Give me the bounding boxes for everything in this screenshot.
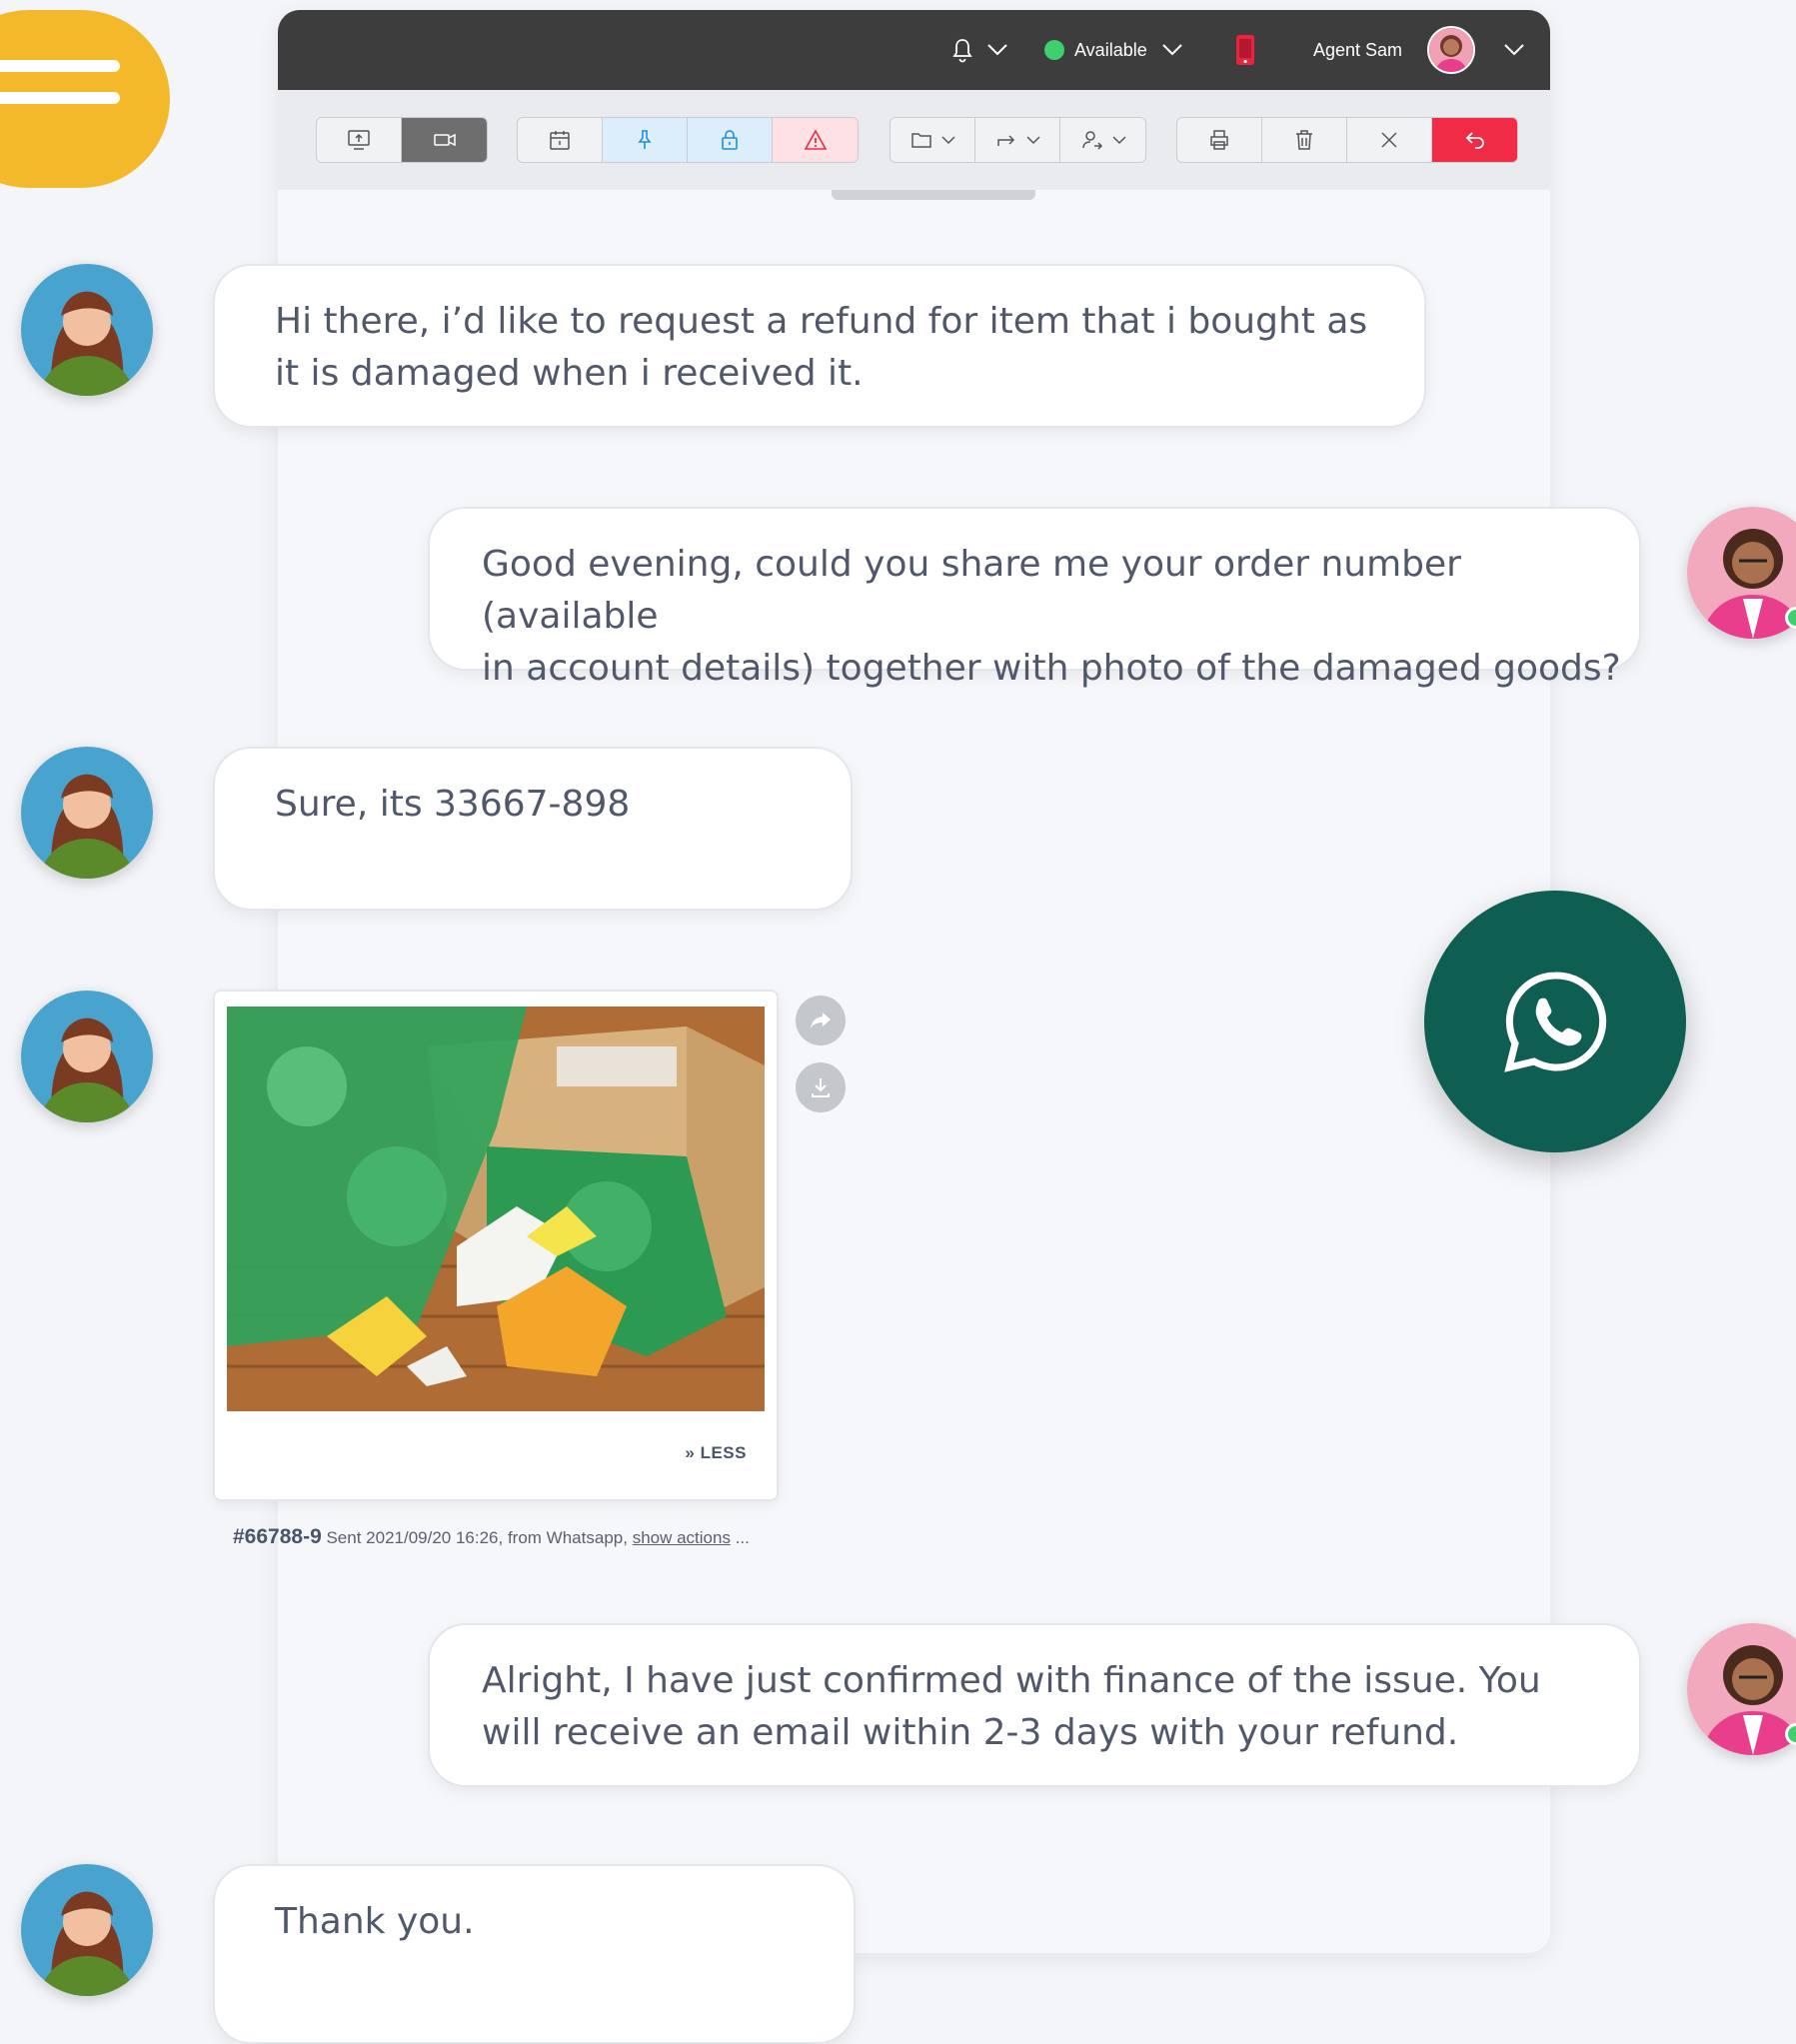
download-icon xyxy=(812,1078,830,1097)
video-camera-icon xyxy=(433,133,456,147)
chevron-down-icon xyxy=(1111,136,1126,145)
status-label: Available xyxy=(1074,39,1147,60)
message-text-line: will receive an email within 2-3 days wi… xyxy=(482,1712,1459,1753)
customer-message: Sure, its 33667-898 xyxy=(213,747,853,911)
top-bar: Available Agent Sam xyxy=(278,10,1550,90)
less-link[interactable]: » LESS xyxy=(685,1443,747,1463)
customer-avatar xyxy=(21,264,153,396)
toolbar xyxy=(278,90,1550,190)
customer-avatar xyxy=(21,747,153,879)
agent-profile-button[interactable] xyxy=(1427,10,1525,90)
message-sent-info: Sent 2021/09/20 16:26, from Whatsapp, xyxy=(321,1528,633,1547)
message-text-line: Hi there, i’d like to request a refund f… xyxy=(275,301,1368,342)
scroll-handle[interactable] xyxy=(832,190,1035,200)
pin-icon xyxy=(638,130,652,149)
mobile-phone-button[interactable] xyxy=(1235,10,1255,90)
show-actions-link[interactable]: show actions xyxy=(633,1528,731,1547)
schedule-button[interactable] xyxy=(518,118,603,162)
forward-dropdown[interactable] xyxy=(975,118,1060,162)
chevron-down-icon xyxy=(1504,44,1524,56)
share-icon xyxy=(811,1013,831,1028)
notifications-button[interactable] xyxy=(950,10,1008,90)
message-meta: #66788-9 Sent 2021/09/20 16:26, from Wha… xyxy=(233,1525,750,1549)
close-icon xyxy=(1381,132,1397,148)
media-group xyxy=(316,117,488,163)
undo-icon xyxy=(1465,132,1484,149)
status-dot xyxy=(1044,40,1064,60)
message-text-line: Good evening, could you share me your or… xyxy=(482,544,1461,637)
undo-button[interactable] xyxy=(1432,118,1517,162)
mobile-phone-icon xyxy=(1236,35,1254,65)
message-text-line: in account details) together with photo … xyxy=(482,648,1621,689)
agent-avatar xyxy=(1687,507,1796,639)
avatar xyxy=(1427,26,1475,74)
calendar-icon xyxy=(550,131,570,150)
status-dropdown[interactable]: Available xyxy=(1044,10,1183,90)
chevron-down-icon xyxy=(1162,44,1182,56)
actions-group xyxy=(1176,117,1518,163)
warning-icon xyxy=(804,129,827,150)
damaged-goods-photo[interactable] xyxy=(227,1007,765,1411)
whatsapp-button[interactable] xyxy=(1424,891,1686,1152)
share-button[interactable] xyxy=(796,996,846,1045)
agent-message: Good evening, could you share me your or… xyxy=(428,507,1641,689)
message-id: #66788-9 xyxy=(233,1525,322,1548)
ticket-group xyxy=(517,117,859,163)
assign-dropdown[interactable] xyxy=(1060,118,1145,162)
agent-avatar xyxy=(1687,1623,1796,1755)
lock-icon xyxy=(722,130,738,150)
assign-user-icon xyxy=(1081,131,1102,150)
customer-avatar xyxy=(21,991,153,1122)
customer-message: Hi there, i’d like to request a refund f… xyxy=(213,264,1426,428)
agent-name: Agent Sam xyxy=(1313,39,1403,60)
image-message-card: » LESS xyxy=(213,990,779,1501)
download-button[interactable] xyxy=(796,1062,846,1112)
forward-icon xyxy=(997,135,1015,146)
screen-share-button[interactable] xyxy=(317,118,402,162)
close-button[interactable] xyxy=(1347,118,1432,162)
video-button[interactable] xyxy=(402,118,487,162)
message-text-line: Alright, I have just confirmed with fina… xyxy=(482,1660,1541,1701)
folder-icon xyxy=(911,133,931,148)
whatsapp-icon xyxy=(1504,972,1607,1072)
chevron-down-icon xyxy=(941,136,955,145)
pin-button[interactable] xyxy=(603,118,688,162)
meta-ellipsis: ... xyxy=(730,1528,750,1547)
delete-button[interactable] xyxy=(1262,118,1347,162)
lock-button[interactable] xyxy=(688,118,773,162)
warning-button[interactable] xyxy=(773,118,858,162)
chevron-down-icon xyxy=(1026,136,1040,145)
routing-group xyxy=(890,117,1146,163)
customer-message: Thank you. xyxy=(213,1864,856,2044)
message-text-line: Sure, its 33667-898 xyxy=(275,784,631,825)
customer-avatar xyxy=(21,1864,153,1996)
trash-icon xyxy=(1296,130,1312,150)
message-text-line: Thank you. xyxy=(275,1901,475,1942)
message-text-line: it is damaged when i received it. xyxy=(275,353,864,394)
agent-message: Alright, I have just confirmed with fina… xyxy=(428,1623,1641,1787)
print-icon xyxy=(1210,130,1228,150)
screen-share-icon xyxy=(348,130,370,150)
print-button[interactable] xyxy=(1177,118,1262,162)
menu-logo[interactable] xyxy=(0,10,170,188)
bell-icon xyxy=(952,39,972,63)
folder-dropdown[interactable] xyxy=(891,118,975,162)
chevron-down-icon xyxy=(987,44,1007,56)
